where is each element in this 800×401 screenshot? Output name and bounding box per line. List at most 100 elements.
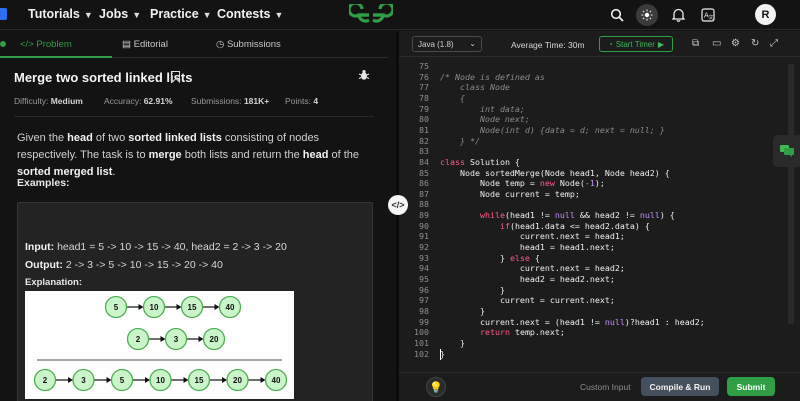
- arrow-head: [176, 304, 182, 310]
- fullscreen-icon[interactable]: ⤢: [770, 38, 778, 49]
- list-node: 10: [149, 368, 172, 392]
- lightbulb-icon[interactable]: 💡: [426, 377, 446, 397]
- bell-icon[interactable]: [668, 5, 688, 25]
- copy-icon[interactable]: ⧉: [692, 38, 699, 49]
- start-timer-button[interactable]: ◔ Start Timer ▶: [599, 36, 673, 52]
- line-number: 92: [419, 242, 429, 253]
- list-node: 2: [33, 368, 57, 392]
- list-node: 20: [226, 368, 249, 392]
- gfg-logo[interactable]: [349, 4, 393, 26]
- code-text: {: [440, 92, 465, 103]
- desc-bold: sorted linked lists: [128, 132, 222, 144]
- search-icon[interactable]: [607, 5, 627, 25]
- resize-handle[interactable]: </>: [388, 195, 408, 215]
- tab-submissions-label: Submissions: [226, 39, 281, 50]
- list-node-value: 5: [114, 303, 119, 312]
- code-line: 81 Node(int d) {data = d; next = null; }: [399, 125, 800, 136]
- list-node: 3: [164, 327, 188, 351]
- line-number: 94: [419, 263, 429, 274]
- arrow-head: [106, 377, 112, 383]
- code-text: class Solution {: [440, 156, 520, 167]
- code-text: while(head1 != null && head2 != null) {: [479, 210, 675, 221]
- list-node-value: 10: [150, 303, 159, 312]
- language-select[interactable]: Java (1.8) ⌄: [412, 36, 482, 52]
- list-node-value: 2: [136, 335, 141, 344]
- file-icon[interactable]: ▭: [712, 38, 721, 49]
- code-line: 76 /* Node is defined as: [399, 72, 800, 83]
- reset-icon[interactable]: ↻: [751, 38, 759, 49]
- code-line: 99 current.next = (head1 != null)?head1 …: [399, 317, 800, 328]
- translate-icon[interactable]: A文: [698, 5, 718, 25]
- code-line: 84 class Solution {: [399, 157, 800, 168]
- points-label: Points:: [285, 96, 311, 106]
- arrow-head: [198, 336, 204, 342]
- code-line: 85 Node sortedMerge(Node head1, Node hea…: [399, 168, 800, 179]
- code-text: Node current = temp;: [440, 188, 580, 199]
- settings-icon[interactable]: ⚙: [731, 38, 740, 49]
- custom-input-button[interactable]: Custom Input: [580, 382, 631, 392]
- line-number: 85: [419, 167, 429, 178]
- editor-scrollbar[interactable]: [788, 64, 794, 324]
- points-value: 4: [313, 96, 319, 106]
- code-text: }: [440, 337, 465, 348]
- sun-icon[interactable]: [636, 4, 658, 26]
- svg-text:文: 文: [709, 14, 714, 21]
- code-line: 80 Node next;: [399, 114, 800, 125]
- desc-text: Given the: [17, 132, 68, 144]
- bug-icon[interactable]: [358, 69, 370, 84]
- submissions-label: Submissions:: [191, 96, 242, 106]
- code-text: Node next;: [440, 114, 530, 125]
- code-text: int data;: [440, 103, 525, 114]
- list-node-value: 20: [210, 335, 219, 344]
- desc-bold: merge: [148, 149, 182, 161]
- editor-toolbar: Java (1.8) ⌄ Average Time: 30m ◔ Start Tim…: [399, 31, 800, 57]
- list-node-value: 20: [233, 376, 242, 385]
- code-line: 86 Node temp = new Node(-1);: [399, 178, 800, 189]
- arrow-head: [160, 336, 166, 342]
- code-text: class Node: [440, 82, 510, 93]
- problem-tabs: </> Problem ▤ Editorial ◷ Submissions: [0, 31, 388, 58]
- bookmark-icon[interactable]: [171, 71, 180, 83]
- code-text: Node(int d) {data = d; next = null; }: [440, 124, 665, 135]
- line-number: 100: [414, 327, 429, 338]
- code-line: 101 }: [399, 338, 800, 349]
- code-line: 89 while(head1 != null && head2 != null)…: [399, 210, 800, 221]
- problem-panel: </> Problem ▤ Editorial ◷ Submissions Me…: [0, 31, 388, 401]
- line-number: 79: [419, 103, 429, 114]
- nav-tutorials[interactable]: Tutorials ▼: [28, 7, 93, 21]
- code-line: 79 int data;: [399, 104, 800, 115]
- code-line: 78 {: [399, 93, 800, 104]
- code-line: 82 } */: [399, 136, 800, 147]
- desc-bold: head: [302, 149, 329, 161]
- example-output: Output: 2 -> 3 -> 5 -> 10 -> 15 -> 20 ->…: [25, 259, 223, 271]
- line-number: 99: [419, 316, 429, 327]
- line-number: 82: [419, 135, 429, 146]
- code-line: 88: [399, 199, 800, 210]
- tab-editorial[interactable]: ▤ Editorial: [122, 39, 168, 50]
- tag-icon[interactable]: [0, 8, 7, 20]
- code-line: 97 current = current.next;: [399, 295, 800, 306]
- line-number: 76: [419, 71, 429, 82]
- problem-title: Merge two sorted linked lists: [14, 70, 193, 85]
- code-line: 93 } else {: [399, 253, 800, 264]
- tab-submissions[interactable]: ◷ Submissions: [216, 39, 281, 50]
- nav-practice[interactable]: Practice ▼: [150, 7, 212, 21]
- compile-run-button[interactable]: Compile & Run: [641, 377, 719, 396]
- tab-editorial-label: Editorial: [133, 39, 168, 50]
- chat-icon[interactable]: [773, 135, 800, 167]
- line-number: 77: [419, 82, 429, 93]
- nav-jobs[interactable]: Jobs ▼: [99, 7, 141, 21]
- nav-contests[interactable]: Contests ▼: [217, 7, 283, 21]
- difficulty-label: Difficulty:: [14, 96, 49, 106]
- avatar[interactable]: R: [755, 4, 776, 25]
- code-line: 94 current.next = head2;: [399, 263, 800, 274]
- chevron-down-icon: ▼: [202, 10, 212, 20]
- code-line: 92 head1 = head1.next;: [399, 242, 800, 253]
- code-text: return temp.next;: [479, 327, 565, 338]
- tab-problem[interactable]: </> Problem: [20, 39, 72, 50]
- arrow-head: [222, 377, 227, 383]
- list-node: 40: [264, 368, 288, 392]
- code-editor[interactable]: 75 76/* Node is defined as 77 class Node 78…: [399, 57, 800, 372]
- submit-button[interactable]: Submit: [727, 377, 775, 396]
- list-node: 15: [187, 368, 211, 392]
